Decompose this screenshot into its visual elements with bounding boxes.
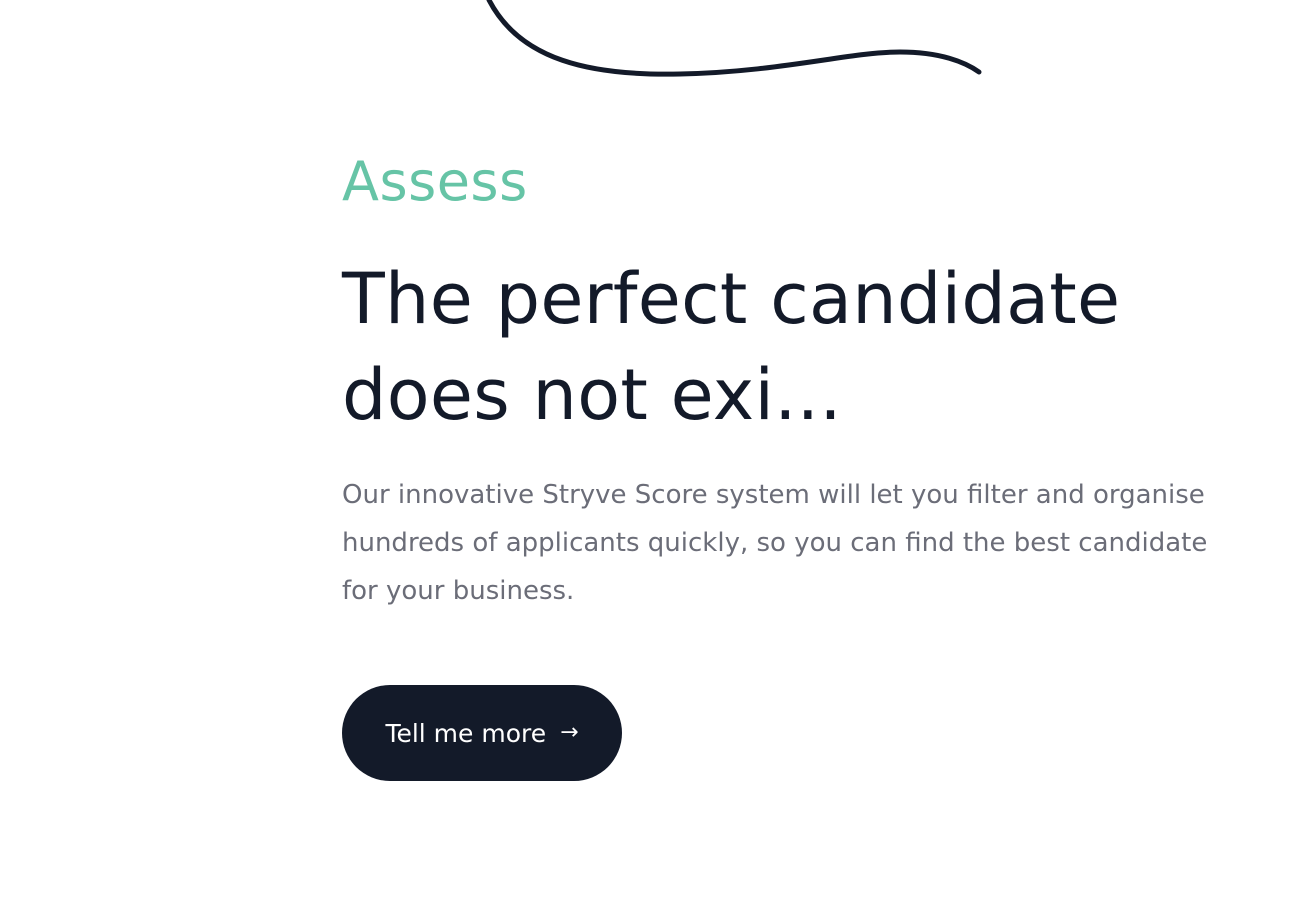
tell-me-more-label: Tell me more <box>385 718 547 748</box>
section-description: Our innovative Stryve Score system will … <box>342 480 1208 606</box>
feature-section: Assess The perfect candidate does not ex… <box>342 150 1222 781</box>
section-headline: The perfect candidate does not exi... <box>342 258 1121 436</box>
decorative-curve <box>486 0 982 77</box>
arrow-right-icon: → <box>560 720 579 745</box>
section-eyebrow: Assess <box>342 150 528 213</box>
tell-me-more-button[interactable]: Tell me more → <box>342 685 622 781</box>
